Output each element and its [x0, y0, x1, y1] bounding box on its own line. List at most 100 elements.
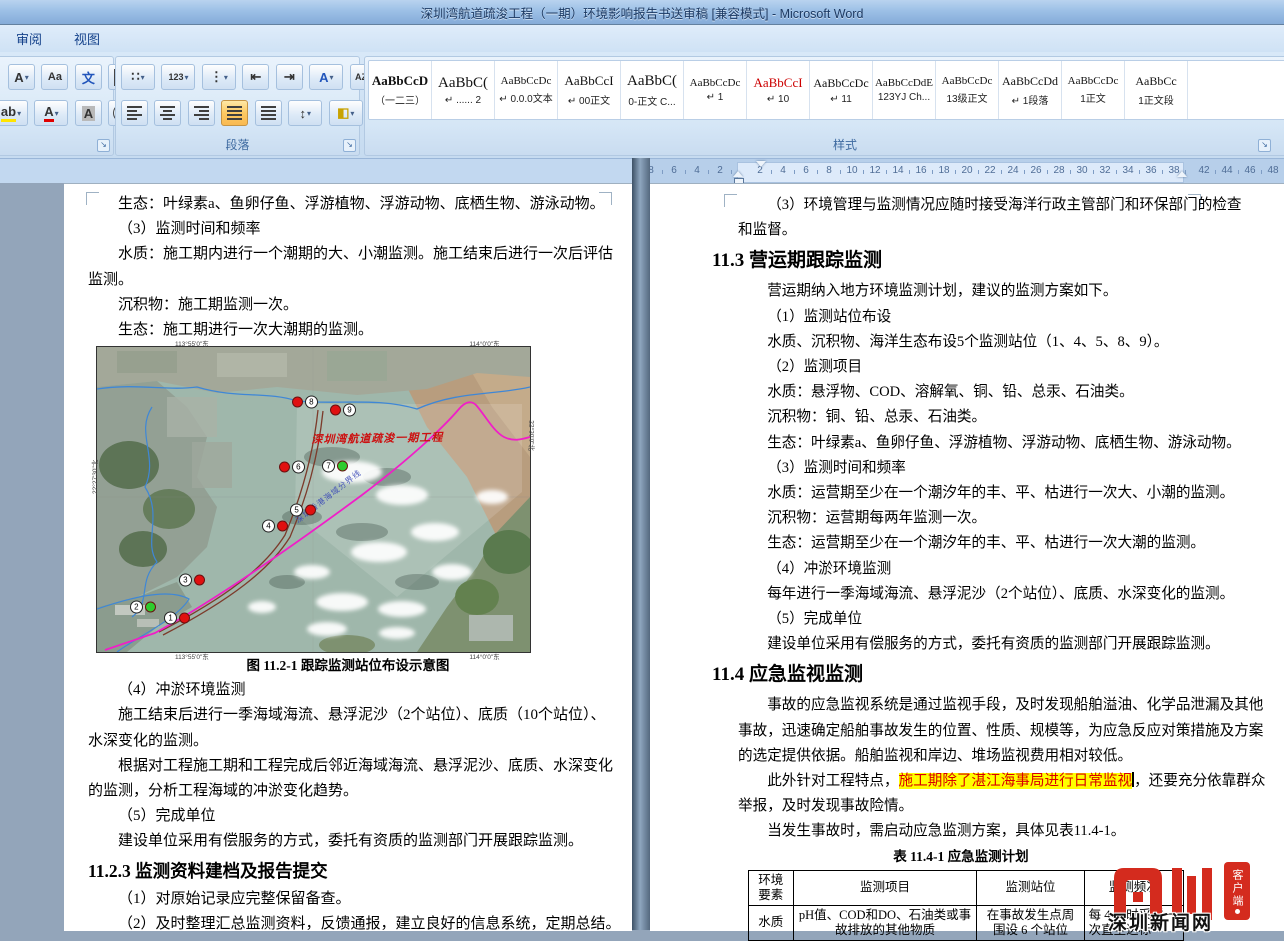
paragraph[interactable]: 营运期纳入地方环境监测计划，建议的监测方案如下。: [738, 279, 1184, 304]
distribute-button[interactable]: [255, 100, 282, 126]
paragraph[interactable]: 建设单位采用有偿服务的方式，委托有资质的监测部门开展跟踪监测。: [738, 632, 1184, 657]
paragraph[interactable]: 施工结束后进行一季海域海流、悬浮泥沙（2个站位）、底质（10个站位）、: [88, 703, 608, 728]
style-item[interactable]: AaBbCcDc↵ 1: [684, 61, 747, 119]
paragraph[interactable]: （5）完成单位: [88, 804, 608, 829]
styles-dialog-launcher[interactable]: ↘: [1258, 139, 1271, 152]
tab-view[interactable]: 视图: [58, 25, 116, 52]
monitoring-station-7: 7: [322, 460, 348, 473]
highlighted-text[interactable]: 施工期除了湛江海事局进行日常监视: [899, 773, 1133, 789]
paragraph[interactable]: （1）监测站位布设: [738, 305, 1184, 330]
paragraph[interactable]: 生态：叶绿素a、鱼卵仔鱼、浮游植物、浮游动物、底栖生物、游泳动物。: [738, 431, 1184, 456]
style-item[interactable]: AaBbCcDdE123YJ Ch...: [873, 61, 936, 119]
style-item[interactable]: AaBbCcD（一二三）: [369, 61, 432, 119]
shading-button[interactable]: ◧▾: [329, 100, 363, 126]
increase-indent-button[interactable]: ⇥: [276, 64, 303, 90]
paragraph[interactable]: 生态：运营期至少在一个潮汐年的丰、平、枯进行一次大潮的监测。: [738, 531, 1184, 556]
paragraph[interactable]: （5）完成单位: [738, 607, 1184, 632]
paragraph[interactable]: （3）监测时间和频率: [88, 217, 608, 242]
section-heading[interactable]: 11.4 应急监视监测: [712, 659, 1184, 691]
paragraph[interactable]: 每年进行一季海域海流、悬浮泥沙（2个站位）、底质、水深变化的监测。: [738, 582, 1184, 607]
align-center-button[interactable]: [154, 100, 181, 126]
paragraph[interactable]: 的监测，分析工程海域的冲淤变化趋势。: [88, 779, 608, 804]
paragraph[interactable]: 生态：叶绿素a、鱼卵仔鱼、浮游植物、浮游动物、底栖生物、游泳动物。: [88, 192, 608, 217]
tab-review[interactable]: 审阅: [0, 25, 58, 52]
hanging-indent-marker[interactable]: [733, 171, 743, 177]
style-item[interactable]: AaBbCcDc1正文: [1062, 61, 1125, 119]
paragraph[interactable]: （2）及时整理汇总监测资料，反馈通报，建立良好的信息系统，定期总结。: [88, 912, 608, 937]
align-right-button[interactable]: [188, 100, 215, 126]
style-sample: AaBbCcDc: [501, 75, 552, 87]
style-item[interactable]: AaBbCcI↵ 10: [747, 61, 810, 119]
paragraph[interactable]: 监测。: [88, 268, 608, 293]
style-item[interactable]: AaBbCcDc↵ 0.0.0文本: [495, 61, 558, 119]
bullets-button[interactable]: ∷▾: [121, 64, 155, 90]
line-spacing-button[interactable]: ↕▾: [288, 100, 322, 126]
style-sample: AaBbCcDc: [690, 77, 741, 89]
title-bar: 深圳湾航道疏浚工程（一期）环境影响报告书送审稿 [兼容模式] - Microso…: [0, 0, 1284, 25]
style-item[interactable]: AaBbC(↵ ...... 2: [432, 61, 495, 119]
style-item[interactable]: AaBbCcDc13级正文: [936, 61, 999, 119]
asian-layout-button[interactable]: A▾: [309, 64, 343, 90]
ruler-number: 42: [1198, 165, 1209, 176]
paragraph[interactable]: （2）监测项目: [738, 355, 1184, 380]
justify-button[interactable]: [221, 100, 248, 126]
clear-formatting-button[interactable]: Aa: [41, 64, 68, 90]
paragraph[interactable]: 水深变化的监测。: [88, 729, 608, 754]
paragraph[interactable]: 水质：运营期至少在一个潮汐年的丰、平、枯进行一次大、小潮的监测。: [738, 481, 1184, 506]
character-shading-button[interactable]: A: [75, 100, 102, 126]
paragraph[interactable]: 水质：施工期内进行一个潮期的大、小潮监测。施工结束后进行一次后评估: [88, 242, 608, 267]
change-case-button[interactable]: A▾: [8, 64, 35, 90]
paragraph-dialog-launcher[interactable]: ↘: [343, 139, 356, 152]
window-divider: [632, 158, 650, 930]
horizontal-ruler[interactable]: 8642246810121416182022242628303234363842…: [650, 158, 1284, 184]
style-item[interactable]: AaBbC(0-正文 C...: [621, 61, 684, 119]
paragraph[interactable]: （4）冲淤环境监测: [88, 678, 608, 703]
left-page-text[interactable]: 生态：叶绿素a、鱼卵仔鱼、浮游植物、浮游动物、底栖生物、游泳动物。 （3）监测时…: [88, 192, 608, 937]
align-left-button[interactable]: [121, 100, 148, 126]
right-indent-marker[interactable]: [1177, 171, 1187, 177]
ruler-number: 6: [803, 165, 809, 176]
paragraph[interactable]: 水质、沉积物、海洋生态布设5个监测站位（1、4、5、8、9）。: [738, 330, 1184, 355]
paragraph[interactable]: （1）对原始记录应完整保留备查。: [88, 887, 608, 912]
decrease-indent-button[interactable]: ⇤: [242, 64, 269, 90]
paragraph[interactable]: （3）环境管理与监测情况应随时接受海洋行政主管部门和环保部门的检查: [738, 193, 1184, 218]
ruler-number: 18: [938, 165, 949, 176]
section-heading[interactable]: 11.2.3 监测资料建档及报告提交: [88, 856, 608, 886]
font-dialog-launcher[interactable]: ↘: [97, 139, 110, 152]
paragraph[interactable]: 的选定提供依据。船舶监视和岸边、堆场监视费用相对较低。: [738, 744, 1184, 769]
right-page-text[interactable]: （3）环境管理与监测情况应随时接受海洋行政主管部门和环保部门的检查 和监督。 1…: [738, 193, 1184, 941]
paragraph[interactable]: 沉积物：运营期每两年监测一次。: [738, 506, 1184, 531]
figure-caption: 图 11.2-1 跟踪监测站位布设示意图: [88, 655, 608, 677]
phonetic-guide-button[interactable]: 文: [75, 64, 102, 90]
paragraph[interactable]: 沉积物：铜、铅、总汞、石油类。: [738, 405, 1184, 430]
paragraph[interactable]: 事故的应急监视系统是通过监视手段，及时发现船舶溢油、化学品泄漏及其他: [738, 693, 1184, 718]
paragraph[interactable]: 当发生事故时，需启动应急监测方案，具体见表11.4-1。: [738, 819, 1184, 844]
paragraph[interactable]: 举报，及时发现事故险情。: [738, 794, 1184, 819]
ribbon-tab-row: 审阅 视图: [0, 25, 1284, 52]
paragraph[interactable]: 水质：悬浮物、COD、溶解氧、铜、铅、总汞、石油类。: [738, 380, 1184, 405]
figure-map[interactable]: 深圳湾航道疏浚一期工程 深圳香港海域分界线 123456789 113°55'0…: [96, 346, 531, 653]
style-item[interactable]: AaBbCcDc↵ 11: [810, 61, 873, 119]
paragraph[interactable]: 事故，迅速确定船舶事故发生的位置、性质、规模等，为应急反应对策措施及方案: [738, 719, 1184, 744]
paragraph[interactable]: 建设单位采用有偿服务的方式，委托有资质的监测部门开展跟踪监测。: [88, 829, 608, 854]
style-item[interactable]: AaBbCcI↵ 00正文: [558, 61, 621, 119]
style-item[interactable]: AaBbCcDd↵ 1段落: [999, 61, 1062, 119]
ruler-tick: [1070, 170, 1071, 174]
numbering-button[interactable]: 123▾: [161, 64, 195, 90]
page-left[interactable]: 生态：叶绿素a、鱼卵仔鱼、浮游植物、浮游动物、底栖生物、游泳动物。 （3）监测时…: [64, 183, 632, 931]
paragraph[interactable]: 和监督。: [738, 218, 1184, 243]
paragraph[interactable]: 生态：施工期进行一次大潮期的监测。: [88, 318, 608, 343]
paragraph[interactable]: 沉积物：施工期监测一次。: [88, 293, 608, 318]
font-color-button[interactable]: A▾: [34, 100, 68, 126]
page-right[interactable]: （3）环境管理与监测情况应随时接受海洋行政主管部门和环保部门的检查 和监督。 1…: [650, 183, 1284, 931]
ruler-number: 14: [892, 165, 903, 176]
paragraph[interactable]: （3）监测时间和频率: [738, 456, 1184, 481]
style-item[interactable]: AaBbCc1正文段: [1125, 61, 1188, 119]
paragraph[interactable]: （4）冲淤环境监测: [738, 557, 1184, 582]
section-heading[interactable]: 11.3 营运期跟踪监测: [712, 245, 1184, 277]
paragraph-with-highlight[interactable]: 此外针对工程特点，施工期除了湛江海事局进行日常监视，还要充分依靠群众: [738, 769, 1184, 794]
first-line-indent-marker[interactable]: [756, 161, 766, 167]
text-highlight-button[interactable]: ab▾: [0, 100, 28, 126]
paragraph[interactable]: 根据对工程施工期和工程完成后邻近海域海流、悬浮泥沙、底质、水深变化: [88, 754, 608, 779]
multilevel-list-button[interactable]: ⋮▾: [202, 64, 236, 90]
